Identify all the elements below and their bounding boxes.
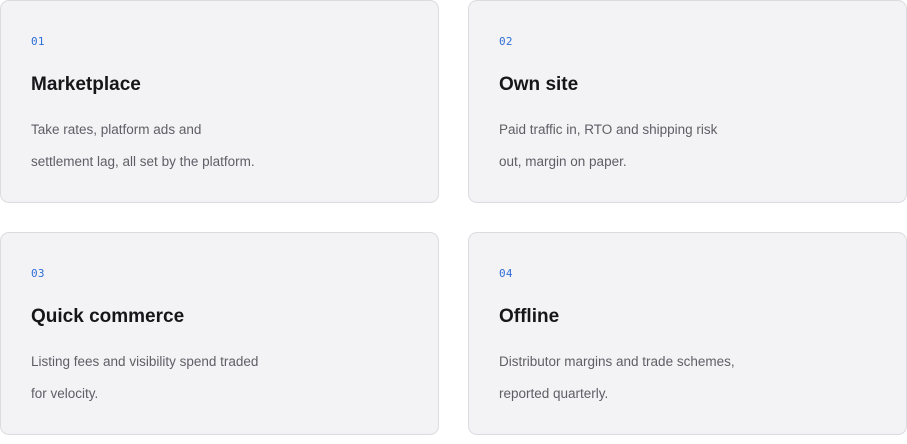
channel-card-quick-commerce: 03 Quick commerce Listing fees and visib… — [0, 232, 439, 435]
card-description: Listing fees and visibility spend traded… — [31, 354, 259, 401]
card-number: 03 — [31, 267, 45, 280]
channel-card-offline: 04 Offline Distributor margins and trade… — [468, 232, 907, 435]
card-description: Paid traffic in, RTO and shipping risk o… — [499, 122, 718, 169]
card-title: Offline — [499, 306, 560, 327]
card-title: Quick commerce — [31, 306, 185, 327]
card-description: Take rates, platform ads and settlement … — [31, 122, 255, 169]
card-title: Marketplace — [31, 74, 141, 95]
card-number: 01 — [31, 35, 45, 48]
card-number: 02 — [499, 35, 513, 48]
channel-card-own-site: 02 Own site Paid traffic in, RTO and shi… — [468, 0, 907, 203]
card-title: Own site — [499, 74, 579, 95]
card-description: Distributor margins and trade schemes, r… — [499, 354, 735, 401]
channel-card-grid: 01 Marketplace Take rates, platform ads … — [0, 0, 907, 444]
card-number: 04 — [499, 267, 513, 280]
channel-card-marketplace: 01 Marketplace Take rates, platform ads … — [0, 0, 439, 203]
